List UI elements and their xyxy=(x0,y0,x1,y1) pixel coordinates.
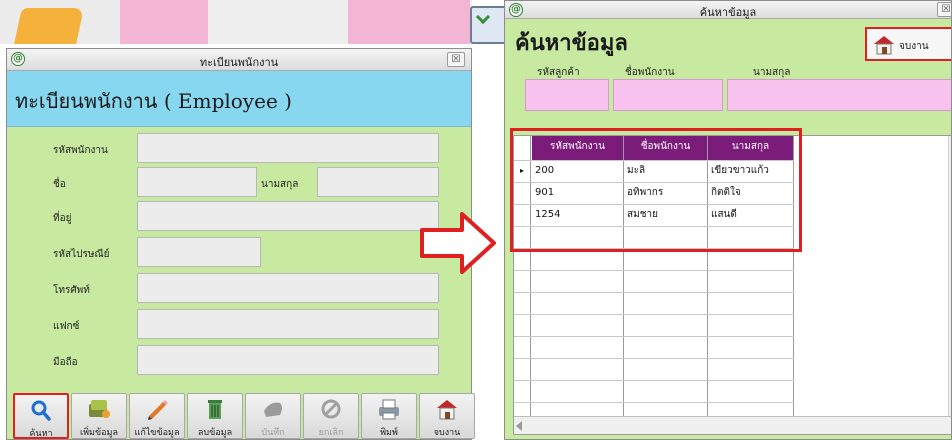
print-button-label: พิมพ์ xyxy=(380,428,398,438)
trash-icon xyxy=(202,397,228,421)
exit-button[interactable]: จบงาน xyxy=(865,27,951,61)
address-input[interactable] xyxy=(137,201,439,231)
search-button-label: ค้นหา xyxy=(29,429,53,439)
window-titlebar: @ ค้นหาข้อมูล ☒ xyxy=(505,1,951,19)
background-tile xyxy=(0,0,120,44)
edit-data-button-label: แก้ไขข้อมูล xyxy=(134,428,180,438)
fax-input[interactable] xyxy=(137,309,439,339)
exit-button-label: จบงาน xyxy=(899,41,929,52)
search-icon xyxy=(28,398,54,422)
pencil-icon xyxy=(144,397,170,421)
clipboard-icon xyxy=(470,6,508,44)
edit-data-button[interactable]: แก้ไขข้อมูล xyxy=(129,393,185,439)
employee-id-input[interactable] xyxy=(137,133,439,163)
customer-id-filter-label: รหัสลูกค้า xyxy=(537,67,580,78)
mobile-input[interactable] xyxy=(137,345,439,375)
save-button-label: บันทึก xyxy=(261,428,285,438)
last-name-label: นามสกุล xyxy=(261,179,299,190)
printer-icon xyxy=(376,397,402,421)
phone-input[interactable] xyxy=(137,273,439,303)
exit-button[interactable]: จบงาน xyxy=(419,393,475,439)
column-header-last-name[interactable]: นามสกุล xyxy=(708,136,794,160)
exit-button-label: จบงาน xyxy=(433,428,461,438)
last-name-input[interactable] xyxy=(317,167,439,197)
customer-id-filter-input[interactable] xyxy=(525,79,609,111)
table-cell[interactable]: สมชาย xyxy=(624,205,658,226)
column-header-employee-name[interactable]: ชื่อพนักงาน xyxy=(624,136,708,160)
scroll-left-arrow-icon[interactable] xyxy=(516,421,522,431)
delete-data-button[interactable]: ลบข้อมูล xyxy=(187,393,243,439)
table-cell[interactable]: กิตติใจ xyxy=(708,183,741,204)
table-cell[interactable]: 200 xyxy=(532,161,554,182)
toolbar: ค้นหา เพิ่มข้อมูล แก้ไขข้อมูล ลบข้อมูล บ… xyxy=(7,393,475,439)
add-data-button-label: เพิ่มข้อมูล xyxy=(80,428,118,438)
house-exit-icon xyxy=(873,35,895,55)
close-button[interactable]: ☒ xyxy=(447,52,465,67)
last-name-filter-label: นามสกุล xyxy=(753,67,791,78)
results-grid: รหัสพนักงาน ชื่อพนักงาน นามสกุล ▸ 200 มะ… xyxy=(513,135,951,435)
delete-data-button-label: ลบข้อมูล xyxy=(197,428,233,438)
add-data-icon xyxy=(86,397,112,421)
right-arrow-icon xyxy=(420,212,496,274)
table-cell[interactable]: 1254 xyxy=(532,205,560,226)
table-cell[interactable]: แสนดี xyxy=(708,205,737,226)
folder-icon xyxy=(14,8,84,44)
table-cell[interactable]: เขียวขาวแก้ว xyxy=(708,161,769,182)
search-header: ค้นหาข้อมูล จบงาน xyxy=(505,19,951,63)
postal-code-label: รหัสไปรษณีย์ xyxy=(53,249,110,260)
row-selector[interactable]: ▸ xyxy=(514,161,530,182)
add-data-button[interactable]: เพิ่มข้อมูล xyxy=(71,393,127,439)
fax-label: แฟกซ์ xyxy=(53,321,80,332)
desktop: @ ทะเบียนพนักงาน ☒ ทะเบียนพนักงาน ( Empl… xyxy=(0,0,952,440)
employee-registration-window: @ ทะเบียนพนักงาน ☒ ทะเบียนพนักงาน ( Empl… xyxy=(6,48,475,440)
filter-inputs xyxy=(505,79,951,113)
employee-name-filter-input[interactable] xyxy=(613,79,723,111)
form-title: ทะเบียนพนักงาน ( Employee ) xyxy=(15,89,292,113)
employee-name-filter-label: ชื่อพนักงาน xyxy=(625,67,675,78)
filter-labels: รหัสลูกค้า ชื่อพนักงาน นามสกุล xyxy=(505,63,951,79)
first-name-label: ชื่อ xyxy=(53,179,66,190)
cancel-button[interactable]: ยกเลิก xyxy=(303,393,359,439)
background-icon-strip xyxy=(0,0,508,44)
cancel-icon xyxy=(318,397,344,421)
print-button[interactable]: พิมพ์ xyxy=(361,393,417,439)
horizontal-scrollbar[interactable] xyxy=(514,416,951,434)
background-tile xyxy=(348,0,470,44)
cancel-button-label: ยกเลิก xyxy=(318,428,344,438)
form-header: ทะเบียนพนักงาน ( Employee ) xyxy=(7,71,471,127)
save-icon xyxy=(260,397,286,421)
table-cell[interactable]: 901 xyxy=(532,183,554,204)
mobile-label: มือถือ xyxy=(53,357,78,368)
column-header-employee-id[interactable]: รหัสพนักงาน xyxy=(532,136,624,160)
postal-code-input[interactable] xyxy=(137,237,261,267)
address-label: ที่อยู่ xyxy=(53,213,72,224)
phone-label: โทรศัพท์ xyxy=(53,285,90,296)
save-button[interactable]: บันทึก xyxy=(245,393,301,439)
search-title: ค้นหาข้อมูล xyxy=(515,30,628,56)
search-data-window: @ ค้นหาข้อมูล ☒ ค้นหาข้อมูล จบงาน รหัสลู… xyxy=(504,0,952,440)
search-button[interactable]: ค้นหา xyxy=(13,393,69,439)
table-cell[interactable]: อทิพากร xyxy=(624,183,663,204)
employee-id-label: รหัสพนักงาน xyxy=(53,145,108,156)
last-name-filter-input[interactable] xyxy=(727,79,951,111)
employee-form: รหัสพนักงาน ชื่อ นามสกุล ที่อยู่ รหัสไปร… xyxy=(7,127,471,393)
background-tile xyxy=(208,0,508,44)
window-titlebar: @ ทะเบียนพนักงาน ☒ xyxy=(7,49,471,71)
window-title: ทะเบียนพนักงาน xyxy=(199,56,279,69)
close-button[interactable]: ☒ xyxy=(937,2,951,17)
first-name-input[interactable] xyxy=(137,167,257,197)
background-tile xyxy=(120,0,208,44)
vertical-scrollbar[interactable] xyxy=(948,136,951,416)
house-exit-icon xyxy=(434,397,460,421)
table-cell[interactable]: มะลิ xyxy=(624,161,645,182)
